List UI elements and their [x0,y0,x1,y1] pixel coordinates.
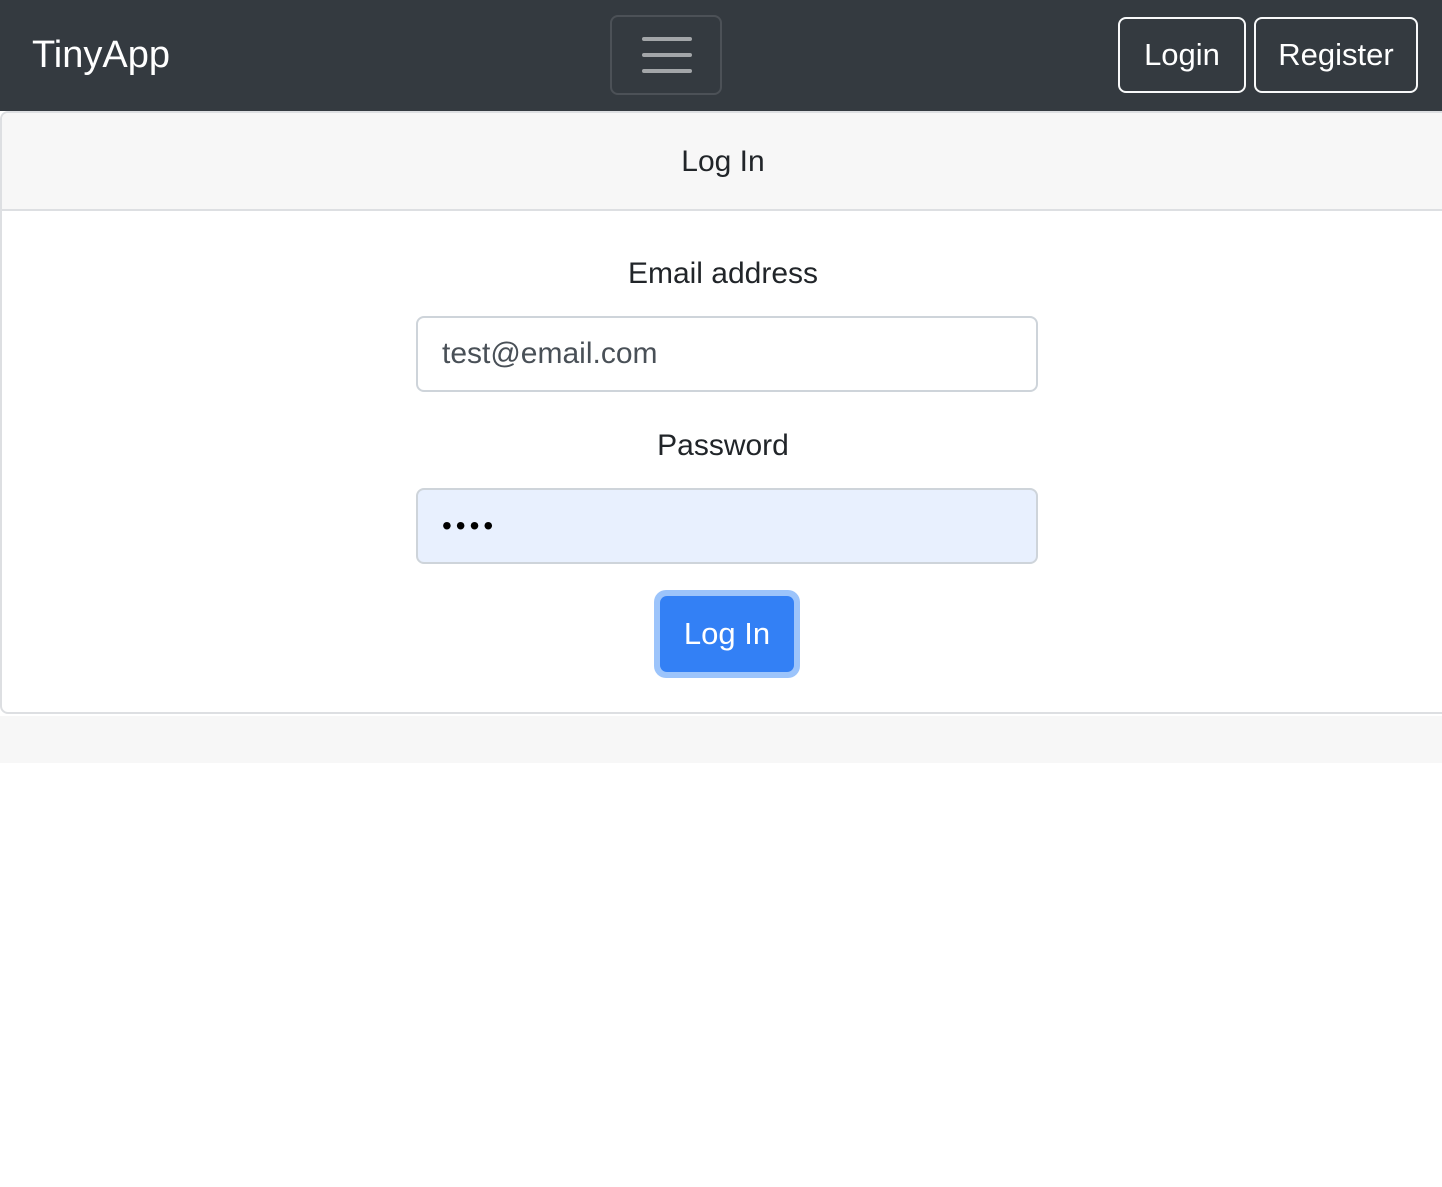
register-button[interactable]: Register [1254,17,1418,93]
login-card: Log In Email address test@email.com Pass… [0,111,1442,714]
hamburger-menu-icon [642,69,692,73]
card-header: Log In [2,113,1442,211]
page-footer [0,716,1442,763]
hamburger-menu-icon [642,37,692,41]
navbar-toggler-button[interactable] [610,15,722,95]
hamburger-menu-icon [642,53,692,57]
card-title: Log In [681,145,765,178]
brand-logo[interactable]: TinyApp [32,30,170,80]
password-input[interactable]: •••• [416,488,1038,564]
email-input[interactable]: test@email.com [416,316,1038,392]
top-navbar: TinyApp Login Register [0,0,1442,111]
email-label: Email address [627,257,819,290]
login-button[interactable]: Login [1118,17,1246,93]
password-label: Password [657,429,789,462]
submit-focus-ring: Log In [654,590,800,678]
log-in-submit-button[interactable]: Log In [660,596,794,672]
